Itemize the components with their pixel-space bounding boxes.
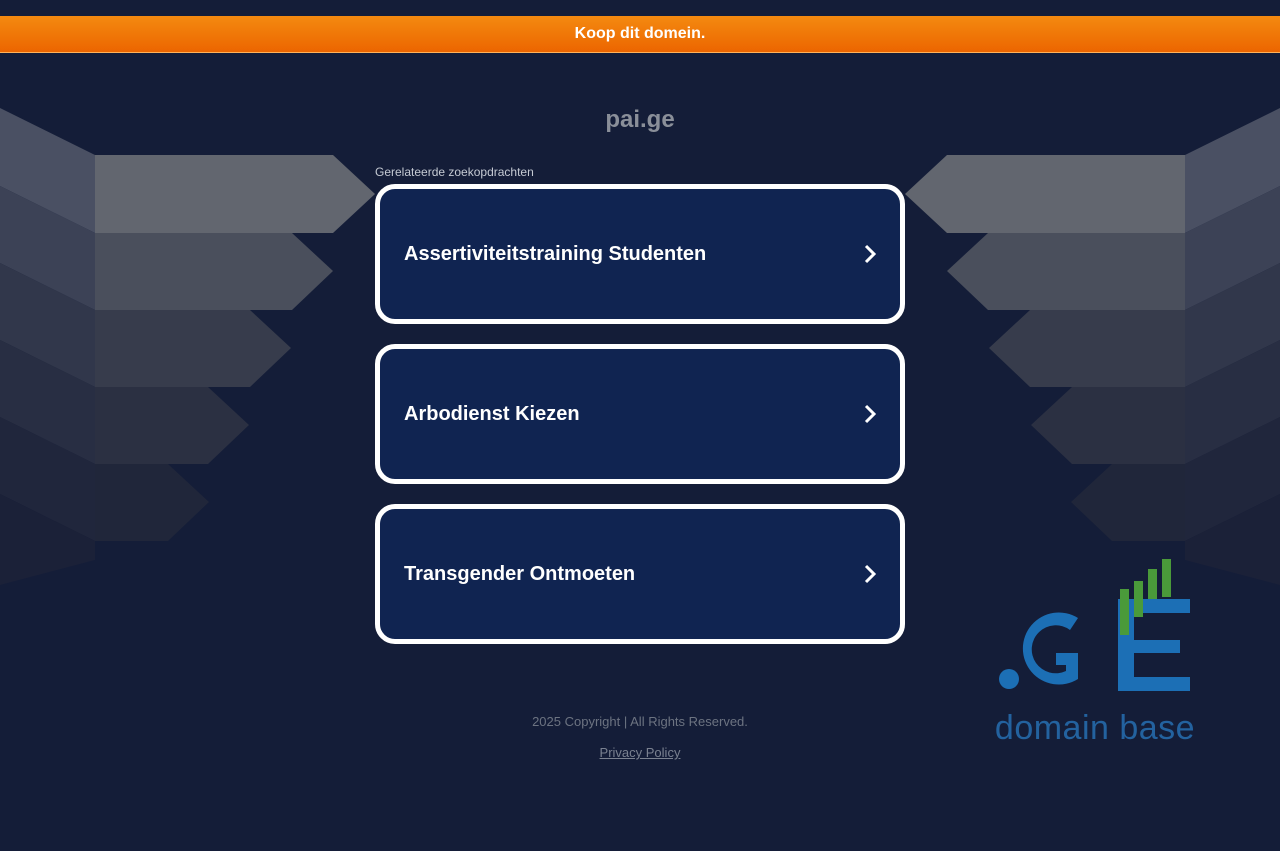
buy-domain-banner-text[interactable]: Koop dit domein. (575, 25, 706, 42)
related-search-link-1[interactable]: Assertiviteitstraining Studenten (375, 184, 905, 324)
domain-name-title: pai.ge (605, 106, 675, 133)
related-search-label[interactable]: Assertiviteitstraining Studenten (404, 189, 706, 319)
domain-base-logo-text: domain base (994, 709, 1196, 747)
right-wing-decoration (905, 108, 1280, 585)
chevron-right-icon (864, 404, 877, 424)
related-search-link-2[interactable]: Arbodienst Kiezen (375, 344, 905, 484)
ge-logo-mark (999, 559, 1190, 691)
privacy-policy-link[interactable]: Privacy Policy (600, 745, 681, 760)
chevron-right-icon (864, 244, 877, 264)
left-wing-decoration (0, 108, 375, 585)
related-search-label[interactable]: Transgender Ontmoeten (404, 509, 635, 639)
related-searches-label: Gerelateerde zoekopdrachten (375, 165, 534, 179)
related-search-link-3[interactable]: Transgender Ontmoeten (375, 504, 905, 644)
related-search-label[interactable]: Arbodienst Kiezen (404, 349, 580, 479)
buy-domain-banner[interactable]: Koop dit domein. (0, 16, 1280, 53)
chevron-right-icon (864, 564, 877, 584)
ge-domain-base-logo: domain base (990, 555, 1200, 750)
